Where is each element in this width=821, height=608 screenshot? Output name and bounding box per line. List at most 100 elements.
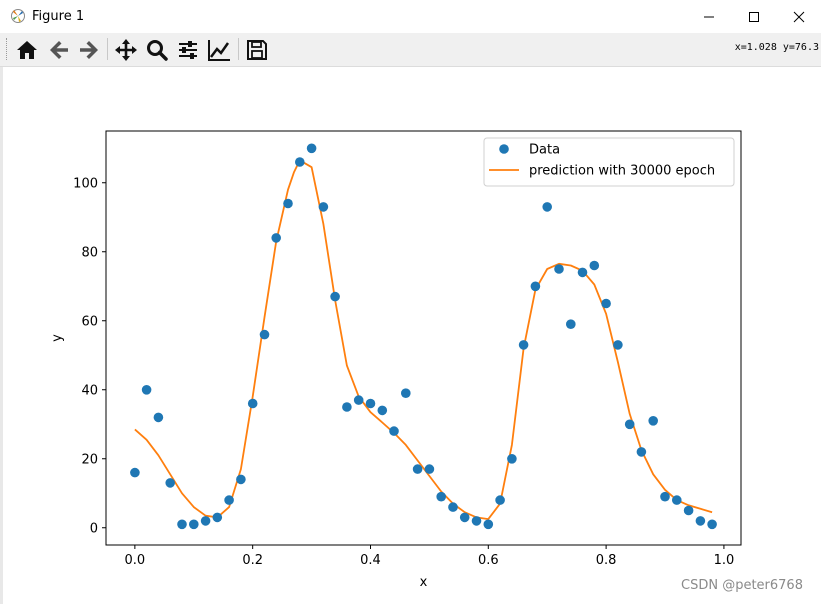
edit-axes-icon	[208, 40, 230, 61]
y-tick-label: 60	[81, 314, 98, 329]
axes-frame	[105, 130, 742, 546]
minimize-button[interactable]	[687, 0, 732, 33]
data-point	[130, 467, 140, 478]
data-point	[283, 198, 293, 209]
data-point	[636, 447, 647, 457]
forward-arrow-icon	[80, 41, 98, 59]
data-point	[236, 474, 246, 485]
pan-button[interactable]	[113, 37, 139, 63]
data-point	[577, 267, 588, 278]
data-point	[589, 260, 600, 271]
y-tick-label: 20	[81, 452, 98, 467]
legend-box	[483, 137, 735, 187]
data-point	[224, 495, 234, 505]
data-point	[306, 143, 317, 154]
data-point	[389, 426, 399, 436]
pan-icon	[115, 39, 137, 61]
subplots-button[interactable]	[175, 37, 201, 63]
navigation-toolbar	[0, 33, 821, 67]
data-point	[648, 416, 658, 426]
data-point	[247, 398, 258, 409]
maximize-button[interactable]	[732, 0, 777, 33]
x-axis-label: x	[420, 575, 428, 590]
data-point	[436, 491, 447, 502]
y-tick-label: 80	[81, 245, 98, 260]
data-point	[259, 329, 270, 340]
data-point	[189, 519, 199, 530]
data-point	[318, 202, 329, 212]
data-point	[672, 495, 682, 505]
figure-canvas[interactable]: 0.0 0.2 0.4 0.6 0.8 1.0 0 20 40 60 80 100 x y Data …	[0, 67, 821, 604]
data-point	[507, 454, 517, 464]
data-point	[377, 405, 388, 416]
data-point	[165, 478, 175, 488]
data-point	[412, 464, 423, 474]
data-point	[212, 512, 223, 523]
forward-button[interactable]	[76, 37, 102, 63]
close-button[interactable]	[777, 0, 821, 33]
x-tick-label: 0.6	[478, 553, 499, 568]
data-point	[295, 157, 305, 167]
data-point	[542, 202, 552, 212]
plot-area[interactable]: 0.0 0.2 0.4 0.6 0.8 1.0 0 20 40 60 80 100 x y Data …	[0, 67, 821, 604]
y-tick-label: 0	[90, 521, 98, 536]
save-icon	[247, 40, 267, 60]
x-tick-label: 0.8	[596, 553, 617, 568]
data-point	[448, 502, 458, 512]
data-point	[707, 519, 717, 530]
data-point	[495, 495, 505, 505]
watermark: CSDN @peter6768	[681, 578, 803, 593]
minimize-icon	[704, 16, 714, 18]
matplotlib-app-icon	[11, 9, 25, 23]
subplots-icon	[179, 41, 197, 59]
data-point	[613, 340, 623, 350]
data-point	[271, 233, 282, 243]
x-tick-label: 1.0	[714, 553, 735, 568]
save-button[interactable]	[244, 37, 270, 63]
data-point	[353, 395, 364, 405]
data-point	[424, 464, 435, 474]
data-point	[660, 491, 670, 502]
data-point	[566, 319, 576, 329]
data-point	[365, 398, 376, 409]
y-tick-label: 100	[73, 176, 98, 191]
left-window-edge	[0, 67, 3, 604]
data-point	[518, 340, 529, 350]
data-point	[530, 281, 541, 292]
data-point	[483, 519, 494, 530]
data-point	[342, 402, 352, 412]
window-title: Figure 1	[32, 9, 85, 24]
x-tick-label: 0.4	[360, 553, 381, 568]
x-tick-label: 0.0	[125, 553, 146, 568]
zoom-button[interactable]	[144, 37, 170, 63]
legend-prediction-label: prediction with 30000 epoch	[529, 164, 715, 179]
data-point	[401, 388, 411, 399]
legend-data-marker	[499, 144, 509, 154]
y-tick-label: 40	[81, 383, 98, 398]
cursor-coordinates: x=1.028 y=76.3	[734, 42, 819, 53]
data-point	[554, 264, 564, 274]
back-arrow-icon	[50, 41, 68, 59]
toolbar-grip	[6, 38, 9, 60]
toolbar-separator	[107, 38, 108, 60]
data-point	[683, 505, 694, 516]
toolbar-separator	[238, 38, 239, 60]
window-titlebar: Figure 1	[0, 0, 821, 33]
legend: Data prediction with 30000 epoch	[483, 137, 735, 187]
home-button[interactable]	[14, 37, 40, 63]
data-point	[601, 298, 611, 309]
data-point	[141, 385, 152, 395]
data-point	[459, 512, 470, 523]
back-button[interactable]	[46, 37, 72, 63]
home-icon	[17, 41, 37, 59]
data-point	[153, 412, 164, 423]
data-point	[330, 291, 340, 302]
maximize-icon	[749, 12, 759, 22]
data-point	[695, 516, 706, 526]
edit-axes-button[interactable]	[206, 37, 232, 63]
data-point	[624, 419, 635, 430]
data-point	[471, 516, 482, 526]
data-point	[200, 516, 211, 526]
data-point	[177, 519, 187, 530]
prediction-line	[134, 159, 713, 521]
